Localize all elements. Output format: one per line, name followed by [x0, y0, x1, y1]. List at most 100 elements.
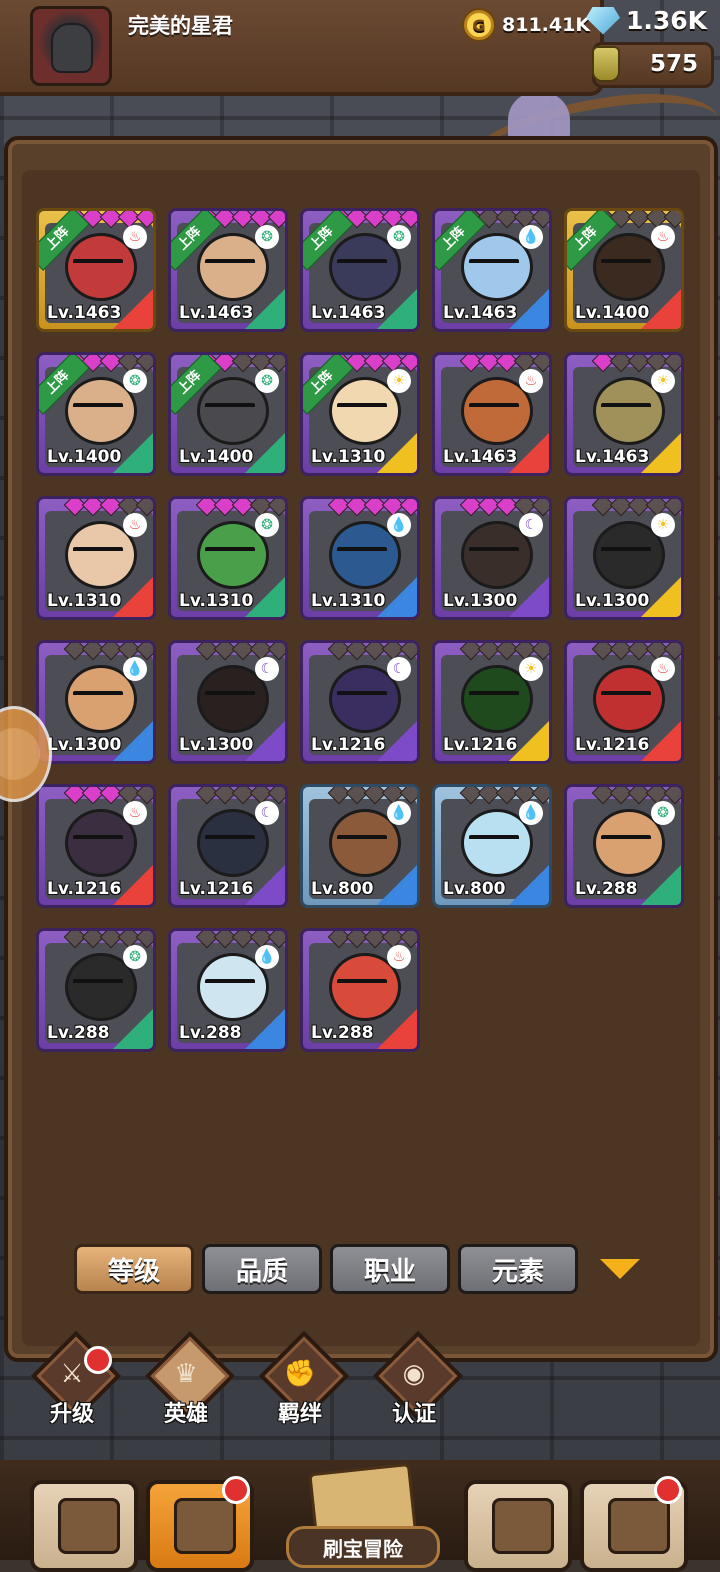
star-rating	[195, 931, 285, 949]
hero-level: Lv.1310	[311, 591, 386, 611]
hero-card[interactable]: ♨ Lv.1216	[36, 784, 156, 908]
hero-level: Lv.1216	[179, 879, 254, 899]
hero-level: Lv.1216	[47, 879, 122, 899]
hero-card[interactable]: ❂ Lv.1310	[168, 496, 288, 620]
sort-by-quality-button[interactable]: 品质	[202, 1244, 322, 1294]
hero-eyes	[205, 403, 255, 417]
sub-nav-bond[interactable]: ✊ 羁绊	[250, 1330, 350, 1436]
hero-card[interactable]: ❂ Lv.1463 上阵	[300, 208, 420, 332]
inventory-tab[interactable]	[464, 1480, 572, 1572]
hero-card[interactable]: ♨ Lv.1216	[564, 640, 684, 764]
hero-card[interactable]: ❂ Lv.288	[564, 784, 684, 908]
light-element-icon: ☀	[519, 657, 543, 681]
hero-eyes	[337, 835, 387, 849]
hero-card[interactable]: ☾ Lv.1216	[300, 640, 420, 764]
hero-level: Lv.1310	[179, 591, 254, 611]
hero-level: Lv.1300	[443, 591, 518, 611]
hero-card[interactable]: ☾ Lv.1300	[432, 496, 552, 620]
hero-level: Lv.1300	[179, 735, 254, 755]
hero-eyes	[337, 403, 387, 417]
hero-level: Lv.288	[311, 1023, 374, 1043]
hero-card[interactable]: ❂ Lv.1463 上阵	[168, 208, 288, 332]
treasure-adventure-tab[interactable]: 刷宝冒险	[262, 1462, 458, 1568]
heroes-tab[interactable]	[146, 1476, 254, 1572]
hero-card[interactable]: ☾ Lv.1216	[168, 784, 288, 908]
hero-eyes	[469, 691, 519, 705]
hero-card[interactable]: 💧 Lv.800	[432, 784, 552, 908]
hero-eyes	[469, 835, 519, 849]
fire-element-icon: ♨	[519, 369, 543, 393]
star-rating	[63, 931, 153, 949]
hero-eyes	[73, 691, 123, 705]
hero-portrait-icon	[174, 1498, 236, 1554]
hero-eyes	[601, 403, 651, 417]
hero-card[interactable]: ♨ Lv.1400 上阵	[564, 208, 684, 332]
light-element-icon: ☀	[387, 369, 411, 393]
hero-level: Lv.1463	[443, 303, 518, 323]
star-rating	[459, 787, 549, 805]
bottom-nav: 刷宝冒险	[0, 1460, 720, 1572]
sub-nav-upgrade-label: 升级	[49, 1402, 94, 1427]
hero-grid: ♨ Lv.1463 上阵 ❂ Lv.1463 上阵 ❂ Lv.1463 上阵 💧 Lv.1463 上阵…	[0, 0, 720, 1100]
treasure-adventure-label: 刷宝冒险	[286, 1526, 440, 1568]
dark-element-icon: ☾	[255, 657, 279, 681]
hero-eyes	[205, 835, 255, 849]
star-rating	[459, 643, 549, 661]
star-rating	[63, 787, 153, 805]
hero-eyes	[601, 691, 651, 705]
hero-eyes	[469, 259, 519, 273]
water-element-icon: 💧	[519, 225, 543, 249]
hero-card[interactable]: 💧 Lv.1300	[36, 640, 156, 764]
forge-tab[interactable]	[580, 1476, 688, 1572]
sort-bar: 等级 品质 职业 元素	[74, 1244, 640, 1294]
sub-nav-certify[interactable]: ◉ 认证	[364, 1330, 464, 1436]
sub-nav-heroes[interactable]: ♛ 英雄	[136, 1330, 236, 1436]
water-element-icon: 💧	[519, 801, 543, 825]
wind-element-icon: ❂	[255, 513, 279, 537]
hero-level: Lv.1463	[179, 303, 254, 323]
hero-card[interactable]: 💧 Lv.1310	[300, 496, 420, 620]
hero-card[interactable]: ♨ Lv.1463 上阵	[36, 208, 156, 332]
hero-card[interactable]: ❂ Lv.288	[36, 928, 156, 1052]
hero-card[interactable]: ♨ Lv.1463	[432, 352, 552, 476]
handshake-icon: ✊	[283, 1359, 317, 1389]
shop-tab[interactable]	[30, 1480, 138, 1572]
hero-card[interactable]: 💧 Lv.288	[168, 928, 288, 1052]
water-element-icon: 💧	[387, 513, 411, 537]
hero-eyes	[469, 547, 519, 561]
hero-card[interactable]: ☀ Lv.1300	[564, 496, 684, 620]
hero-eyes	[73, 547, 123, 561]
dark-element-icon: ☾	[519, 513, 543, 537]
star-rating	[327, 787, 417, 805]
water-element-icon: 💧	[255, 945, 279, 969]
hero-card[interactable]: ♨ Lv.288	[300, 928, 420, 1052]
sort-expand-arrow-icon[interactable]	[600, 1259, 640, 1279]
hammer-icon	[608, 1498, 670, 1554]
star-rating	[459, 355, 549, 373]
hero-card[interactable]: ☾ Lv.1300	[168, 640, 288, 764]
hero-card[interactable]: ❂ Lv.1400 上阵	[36, 352, 156, 476]
sub-nav-upgrade[interactable]: ⚔ 升级	[22, 1330, 122, 1436]
hero-card[interactable]: ❂ Lv.1400 上阵	[168, 352, 288, 476]
eye-icon: ◉	[402, 1359, 426, 1389]
sort-by-level-button[interactable]: 等级	[74, 1244, 194, 1294]
light-element-icon: ☀	[651, 513, 675, 537]
hero-level: Lv.1300	[575, 591, 650, 611]
hero-card[interactable]: ☀ Lv.1310 上阵	[300, 352, 420, 476]
fire-element-icon: ♨	[123, 513, 147, 537]
wind-element-icon: ❂	[651, 801, 675, 825]
hero-card[interactable]: 💧 Lv.800	[300, 784, 420, 908]
hero-card[interactable]: 💧 Lv.1463 上阵	[432, 208, 552, 332]
hero-card[interactable]: ♨ Lv.1310	[36, 496, 156, 620]
dark-element-icon: ☾	[387, 657, 411, 681]
fire-element-icon: ♨	[123, 225, 147, 249]
star-rating	[459, 499, 549, 517]
hero-level: Lv.288	[47, 1023, 110, 1043]
sort-by-class-button[interactable]: 职业	[330, 1244, 450, 1294]
sort-by-element-button[interactable]: 元素	[458, 1244, 578, 1294]
hero-sub-nav: ⚔ 升级 ♛ 英雄 ✊ 羁绊 ◉ 认证	[0, 1330, 720, 1446]
hero-card[interactable]: ☀ Lv.1216	[432, 640, 552, 764]
hero-card[interactable]: ☀ Lv.1463	[564, 352, 684, 476]
water-element-icon: 💧	[123, 657, 147, 681]
hero-level: Lv.288	[575, 879, 638, 899]
